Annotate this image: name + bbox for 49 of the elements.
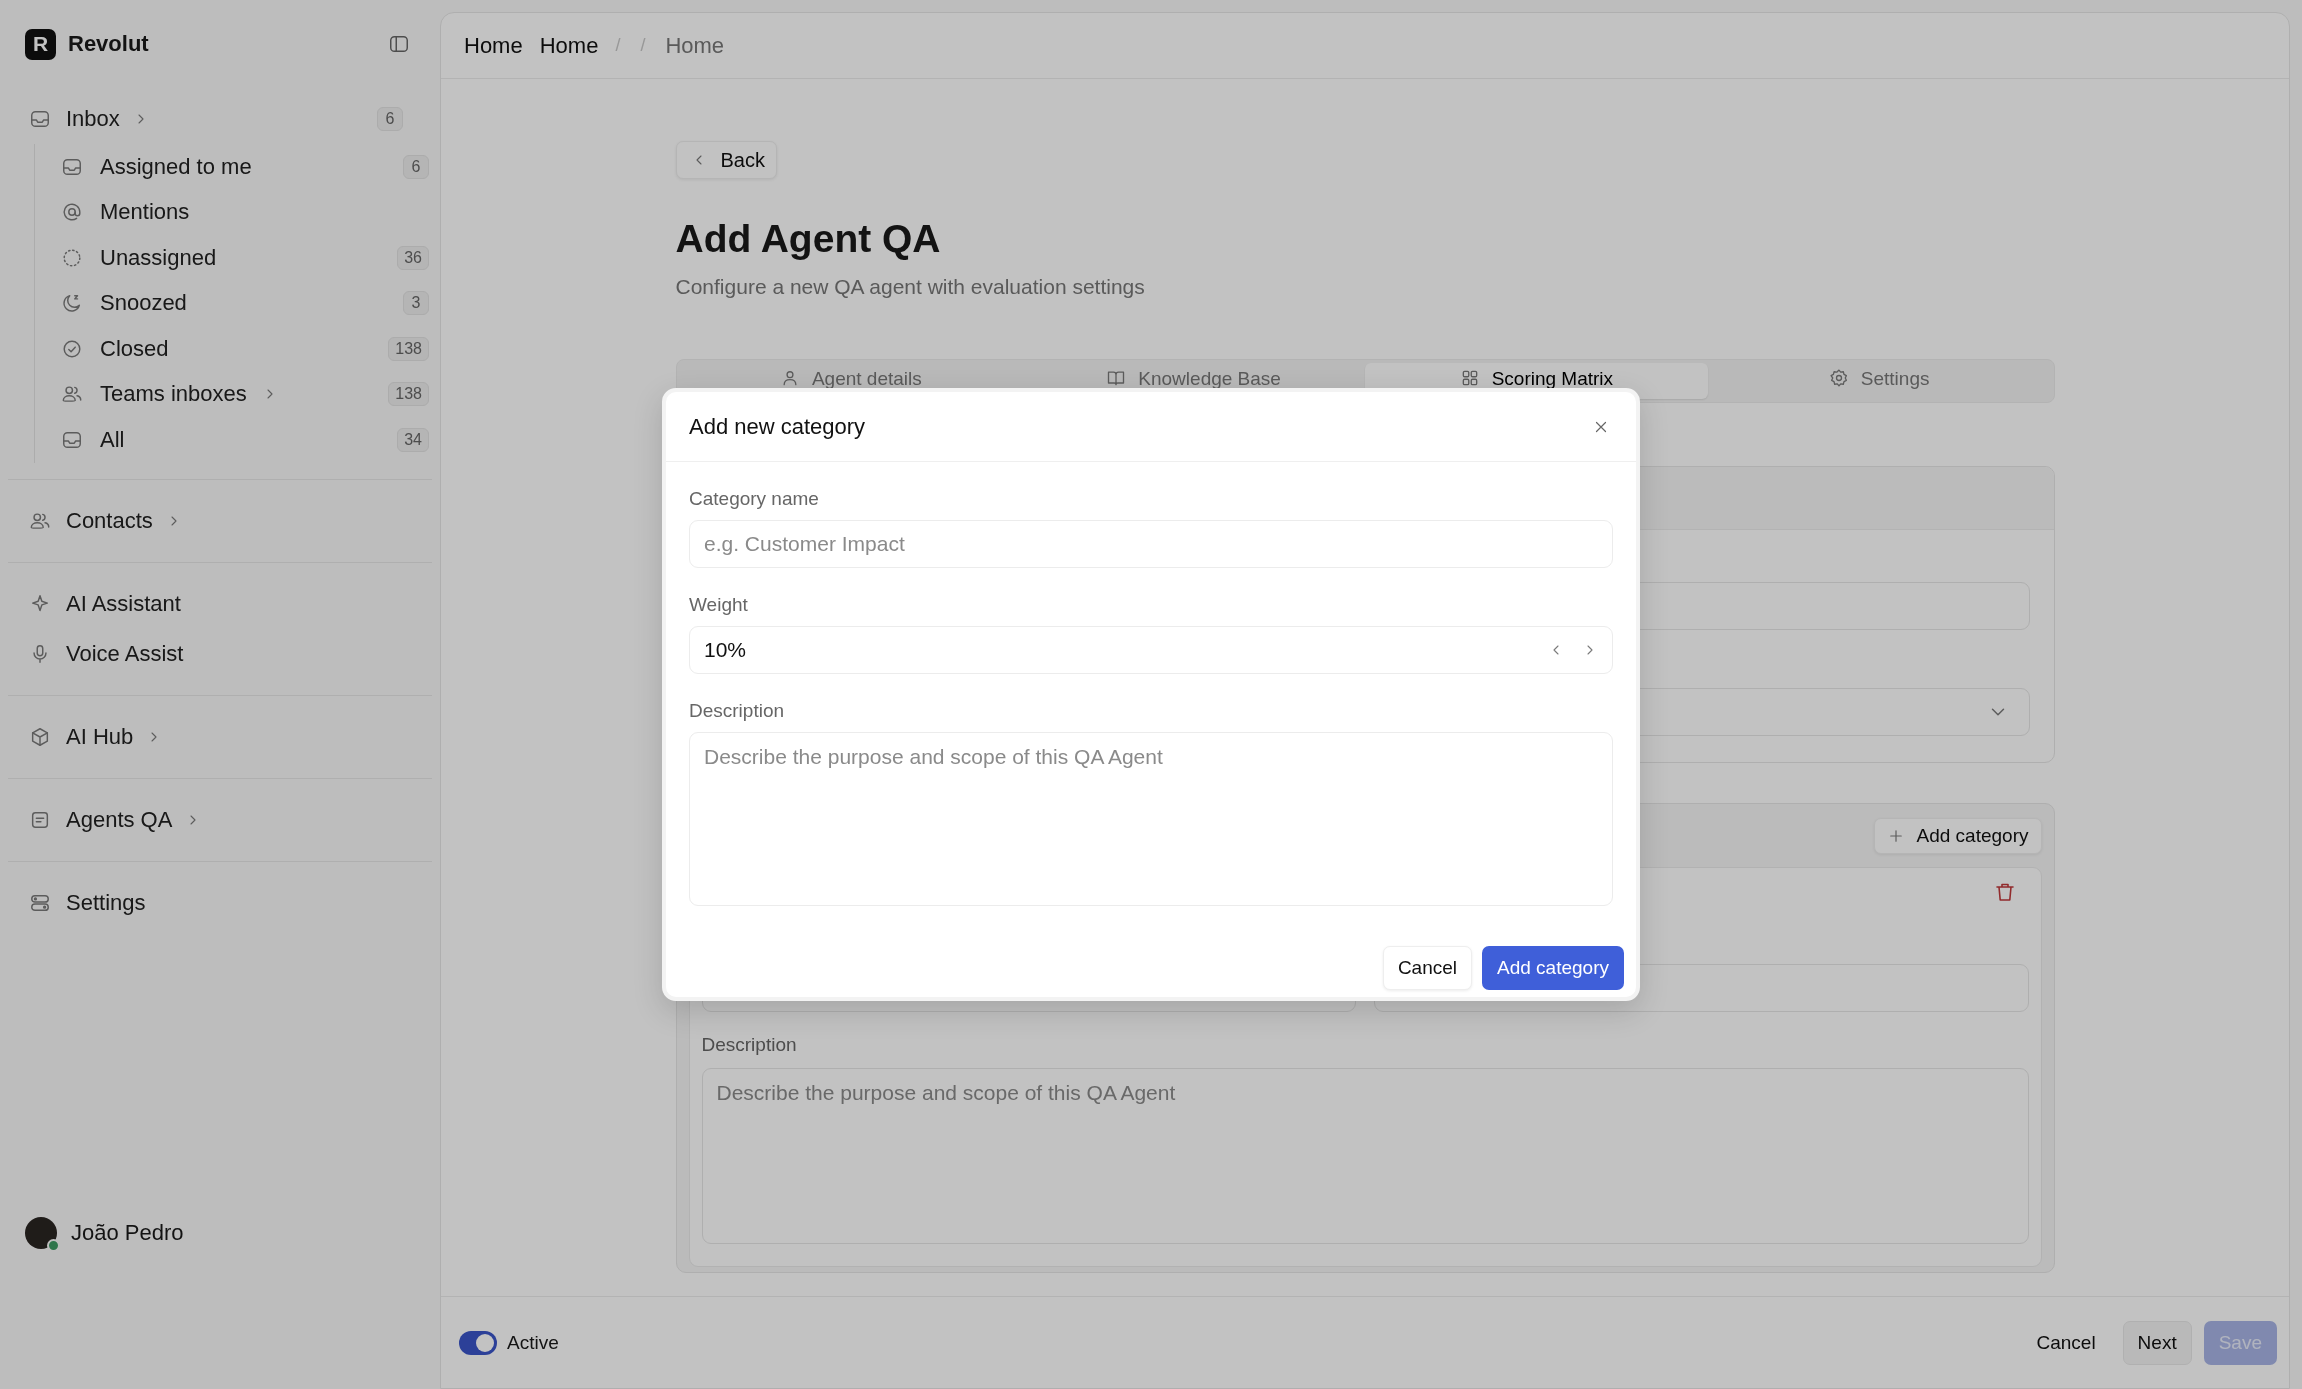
count-badge: 138 — [388, 382, 429, 407]
sidebar-item[interactable]: Mentions — [35, 189, 432, 235]
count-badge: 3 — [403, 291, 429, 316]
next-button[interactable]: Next — [2122, 1320, 2192, 1365]
sidebar-item[interactable]: AI Hub — [8, 711, 432, 762]
count-badge: 36 — [397, 245, 429, 270]
tab[interactable]: Settings — [1707, 363, 2051, 399]
sidebar-item[interactable]: Unassigned 36 — [35, 235, 432, 281]
brand-name: Revolut — [68, 31, 150, 57]
breadcrumb-separator: / — [615, 35, 621, 56]
toggle-label: Active — [507, 1331, 559, 1354]
count-badge: 6 — [403, 154, 429, 179]
back-button[interactable]: Back — [675, 141, 777, 179]
sidebar-item[interactable]: Agents QA — [8, 794, 432, 845]
tab[interactable]: Knowledge Base — [1022, 363, 1365, 399]
user-name: João Pedro — [71, 1220, 184, 1246]
count-badge: 6 — [377, 107, 403, 131]
count-badge: 34 — [397, 427, 429, 452]
sidebar-item[interactable]: AI Assistant — [8, 578, 432, 629]
field-label: Description — [701, 1034, 798, 1056]
dialog-title: Add new category — [689, 413, 866, 440]
description-field[interactable]: Describe the purpose and scope of this QA Agent — [701, 1068, 2029, 1244]
sidebar-item[interactable]: Teams inboxes 138 — [35, 371, 432, 417]
sidebar-item[interactable]: Assigned to me 6 — [35, 144, 432, 190]
cancel-button[interactable]: Cancel — [1382, 946, 1473, 990]
page-title: Add Agent QA — [675, 217, 941, 261]
sidebar-item[interactable]: Settings — [8, 877, 432, 928]
logo: R — [25, 28, 56, 60]
breadcrumb-item[interactable]: Home — [539, 32, 599, 59]
field-label: Category name — [689, 488, 820, 510]
sidebar-item[interactable]: Contacts — [8, 495, 432, 546]
count-badge: 138 — [388, 336, 429, 361]
page-subtitle: Configure a new QA agent with evaluation settings — [675, 275, 1145, 299]
tab[interactable]: Agent details — [679, 363, 1023, 399]
sidebar-item[interactable]: Voice Assist — [8, 628, 432, 679]
sidebar-item[interactable]: Closed 138 — [35, 326, 432, 372]
breadcrumb-separator: / — [640, 35, 646, 56]
sidebar-item[interactable]: All 34 — [35, 417, 432, 463]
breadcrumb-item[interactable]: Home — [464, 32, 523, 59]
sidebar-item[interactable]: Inbox 6 — [8, 94, 432, 144]
field-label: Description — [689, 700, 786, 722]
field-label: Weight — [689, 594, 749, 616]
description-field[interactable]: Describe the purpose and scope of this QA Agent — [689, 732, 1613, 906]
add-category-button[interactable]: Add category — [1873, 817, 2042, 854]
category-name-field[interactable]: e.g. Customer Impact — [689, 520, 1613, 568]
add-category-button[interactable]: Add category — [1482, 946, 1624, 990]
sidebar-item[interactable]: Snoozed 3 — [35, 280, 432, 326]
cancel-button[interactable]: Cancel — [2021, 1320, 2111, 1365]
breadcrumb-item: Home — [665, 32, 725, 59]
